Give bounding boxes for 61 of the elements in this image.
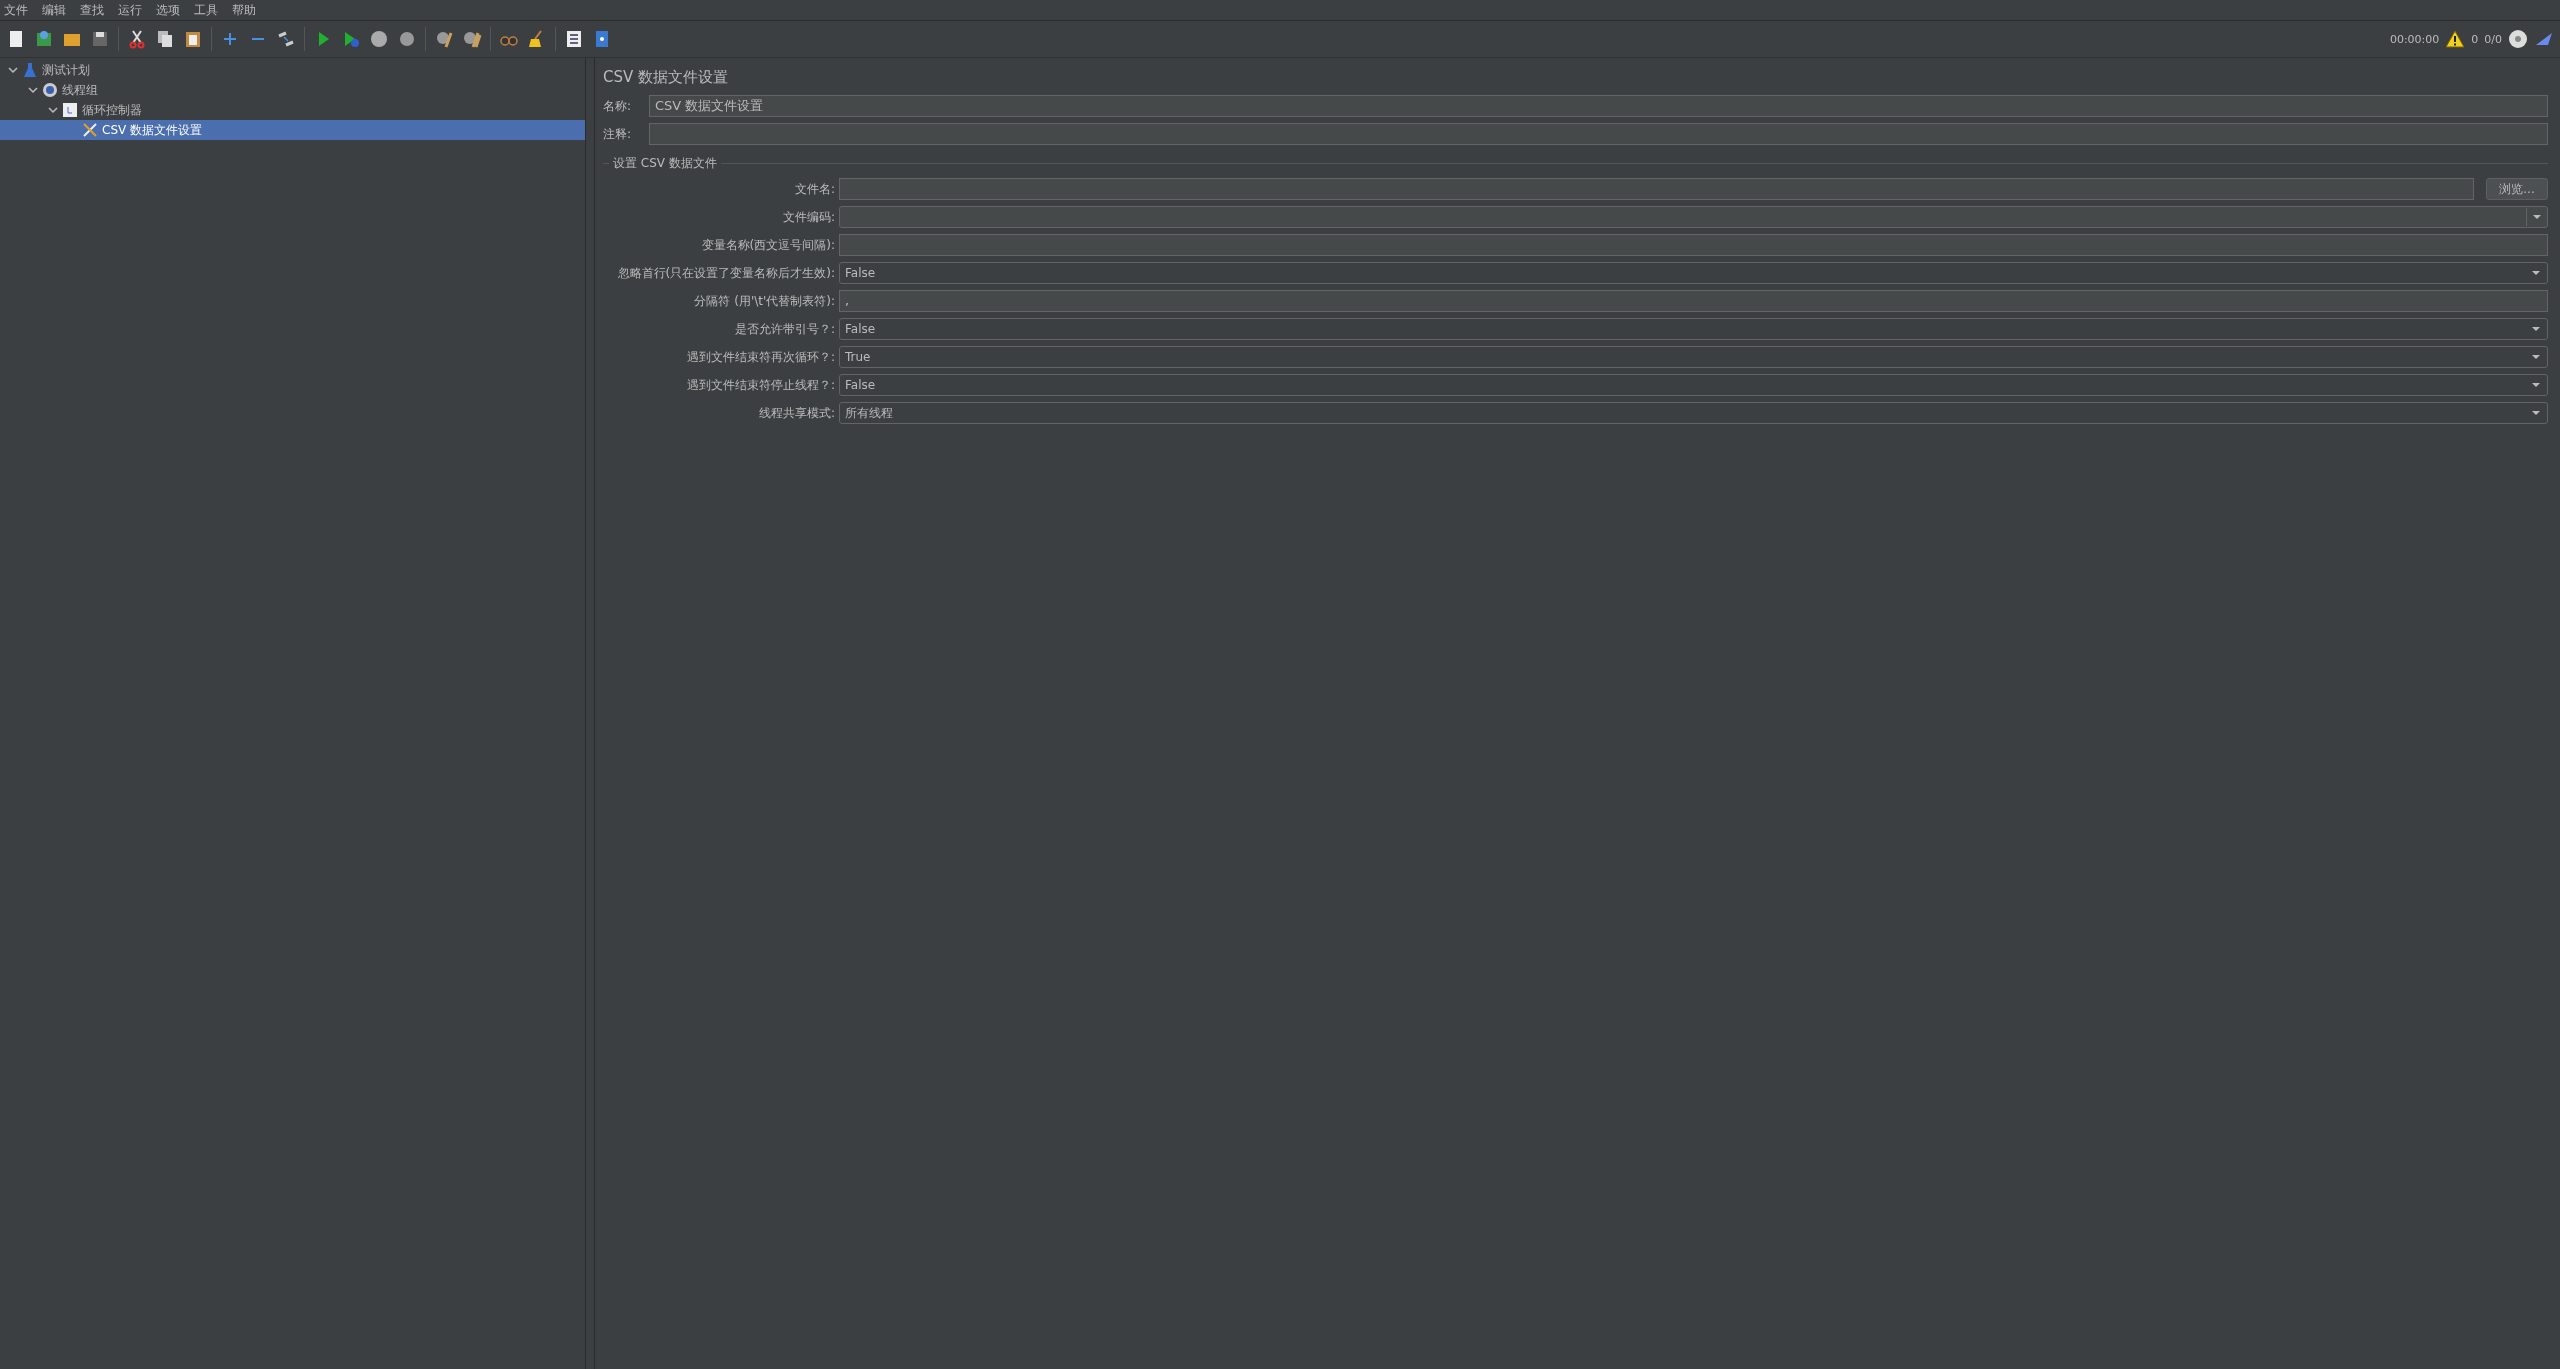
wrench-icon [82,122,98,138]
menu-item[interactable]: 工具 [194,1,218,19]
dropdown-icon [2531,326,2541,332]
tree-row[interactable]: CSV 数据文件设置 [0,120,585,140]
loop-icon [62,102,78,118]
dropdown[interactable]: 所有线程 [839,402,2548,424]
field-label: 文件编码: [781,208,835,226]
menu-item[interactable]: 选项 [156,1,180,19]
splitter-handle[interactable] [585,58,595,1369]
panel-title: CSV 数据文件设置 [603,67,730,88]
flask-icon [22,62,38,78]
group-title: 设置 CSV 数据文件 [609,155,721,172]
input-field[interactable] [839,234,2548,256]
tree-label: 测试计划 [42,61,90,79]
field-label: 忽略首行(只在设置了变量名称后才生效): [616,264,835,282]
gear-icon [42,82,58,98]
copy-icon[interactable] [155,29,175,49]
field-label: 线程共享模式: [757,404,835,422]
chevron-icon[interactable] [8,65,18,75]
input-field[interactable]: , [839,290,2548,312]
dropdown-icon [2531,354,2541,360]
menu-item[interactable]: 文件 [4,1,28,19]
dropdown[interactable]: True [839,346,2548,368]
chevron-icon[interactable] [28,85,38,95]
field-label: 名称: [603,97,633,115]
chevron-icon[interactable] [48,105,58,115]
tree-row[interactable]: 循环控制器 [0,100,585,120]
field-label: 是否允许带引号？: [733,320,835,338]
elapsed-time: 00:00:00 [2389,32,2440,46]
dropdown-icon [2531,410,2541,416]
menu-item[interactable]: 运行 [118,1,142,19]
tree-row[interactable]: 测试计划 [0,60,585,80]
function-list-icon[interactable] [564,29,584,49]
field-label: 文件名: [793,180,835,198]
tree-label: 线程组 [62,81,98,99]
save-icon[interactable] [90,29,110,49]
menu-item[interactable]: 编辑 [42,1,66,19]
paste-icon[interactable] [183,29,203,49]
warning-icon[interactable] [2445,30,2466,48]
field-label: 注释: [603,125,633,143]
name-field[interactable]: CSV 数据文件设置 [649,95,2548,117]
warning-count: 0 [2471,32,2479,46]
cut-icon[interactable] [127,29,147,49]
filename-field[interactable] [839,178,2474,200]
field-label: 遇到文件结束符停止线程？: [685,376,835,394]
tree-label: 循环控制器 [82,101,142,119]
menu-item[interactable]: 查找 [80,1,104,19]
comment-field[interactable] [649,123,2548,145]
field-label: 变量名称(西文逗号间隔): [700,236,835,254]
dropdown[interactable]: False [839,374,2548,396]
menu-item[interactable]: 帮助 [232,1,256,19]
field-label: 分隔符 (用'\t'代替制表符): [693,292,835,310]
browse-button[interactable]: 浏览... [2486,178,2548,200]
dropdown-icon [2531,270,2541,276]
dropdown[interactable]: False [839,262,2548,284]
tree-label: CSV 数据文件设置 [102,121,203,139]
dropdown-icon [2531,382,2541,388]
dropdown[interactable]: False [839,318,2548,340]
field-label: 遇到文件结束符再次循环？: [685,348,835,366]
tree-row[interactable]: 线程组 [0,80,585,100]
thread-count: 0/0 [2484,32,2502,46]
